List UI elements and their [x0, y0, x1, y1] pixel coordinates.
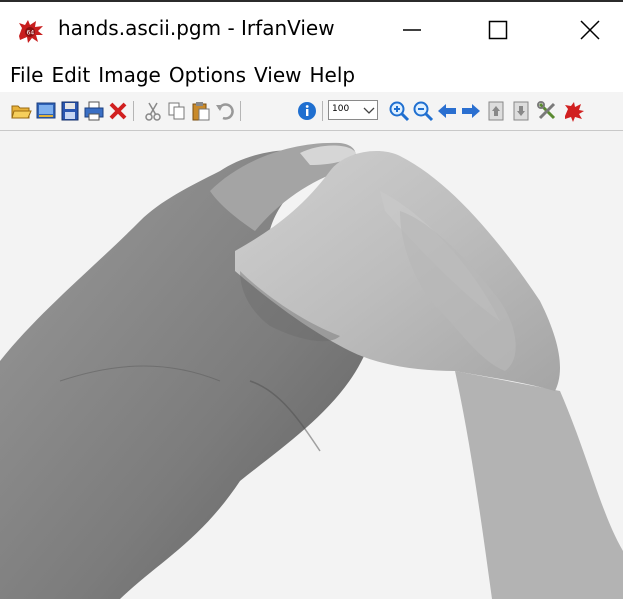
zoom-in-icon: [389, 101, 410, 122]
close-button[interactable]: [560, 2, 620, 58]
menu-edit[interactable]: Edit: [47, 63, 94, 87]
menu-view[interactable]: View: [250, 63, 305, 87]
save-icon: [61, 101, 79, 121]
delete-button[interactable]: [107, 100, 129, 122]
last-page-button[interactable]: [510, 100, 532, 122]
zoom-in-button[interactable]: [388, 100, 410, 122]
copy-icon: [168, 102, 185, 120]
info-icon: [298, 102, 316, 120]
next-icon: [462, 104, 480, 118]
copy-button[interactable]: [166, 100, 188, 122]
undo-button[interactable]: [214, 100, 236, 122]
menu-help[interactable]: Help: [305, 63, 359, 87]
open-folder-icon: [11, 105, 32, 119]
next-button[interactable]: [460, 100, 482, 122]
paste-icon: [192, 102, 210, 121]
previous-button[interactable]: [436, 100, 458, 122]
slideshow-icon: [36, 102, 56, 119]
minimize-icon: [403, 29, 421, 31]
info-button[interactable]: [296, 100, 318, 122]
toolbar-separator: [322, 101, 323, 121]
close-icon: [580, 20, 600, 40]
irfanview-app-icon[interactable]: 64: [16, 18, 46, 44]
chevron-down-icon: [363, 105, 375, 118]
cut-button[interactable]: [142, 100, 164, 122]
title-bar: 64 hands.ascii.pgm - IrfanView: [0, 2, 623, 58]
zoom-value: 100: [332, 104, 350, 114]
hands-photo: [0, 131, 623, 599]
exit-icon: [565, 102, 584, 122]
zoom-select[interactable]: 100: [328, 100, 378, 120]
last-page-icon: [513, 101, 529, 121]
save-button[interactable]: [59, 100, 81, 122]
settings-icon: [537, 101, 556, 120]
zoom-out-icon: [413, 101, 434, 122]
toolbar: 100: [0, 92, 623, 131]
toolbar-separator: [240, 101, 241, 121]
maximize-button[interactable]: [468, 2, 528, 58]
delete-icon: [109, 102, 127, 120]
print-icon: [84, 101, 104, 121]
slideshow-button[interactable]: [35, 100, 57, 122]
svg-text:64: 64: [27, 30, 35, 37]
menu-image[interactable]: Image: [94, 63, 165, 87]
first-page-button[interactable]: [485, 100, 507, 122]
first-page-icon: [488, 101, 504, 121]
window-title: hands.ascii.pgm - IrfanView: [58, 16, 335, 40]
menu-bar: File Edit Image Options View Help: [0, 58, 623, 92]
menu-file[interactable]: File: [0, 63, 47, 87]
undo-icon: [216, 103, 234, 120]
print-button[interactable]: [83, 100, 105, 122]
cut-icon: [145, 102, 161, 121]
image-viewport[interactable]: [0, 131, 623, 599]
previous-icon: [438, 104, 456, 118]
paste-button[interactable]: [190, 100, 212, 122]
toolbar-separator: [133, 101, 134, 121]
open-folder-button[interactable]: [10, 100, 32, 122]
zoom-out-button[interactable]: [412, 100, 434, 122]
settings-button[interactable]: [536, 100, 558, 122]
minimize-button[interactable]: [382, 2, 442, 58]
menu-options[interactable]: Options: [165, 63, 250, 87]
exit-button[interactable]: [562, 100, 584, 122]
maximize-icon: [488, 20, 508, 40]
